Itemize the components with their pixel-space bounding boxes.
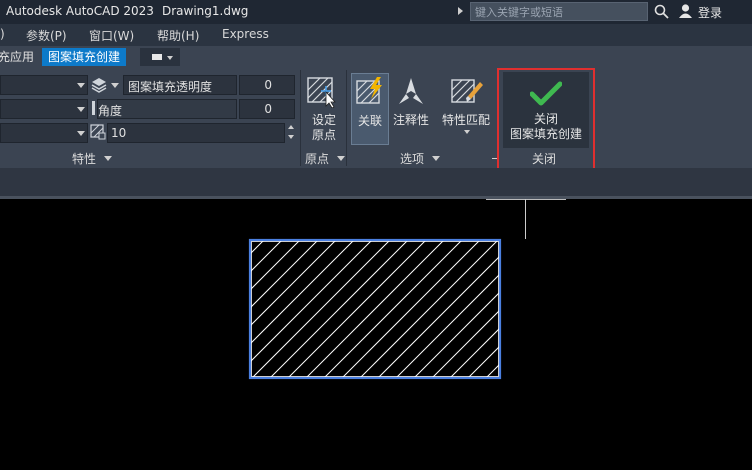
set-origin-label-1: 设定 <box>311 113 336 127</box>
menu-item-partial[interactable]: ) <box>0 27 5 41</box>
annotative-icon[interactable] <box>396 76 426 108</box>
chevron-down-icon <box>336 156 345 161</box>
hatch-line <box>306 241 444 377</box>
hatch-line <box>251 241 372 362</box>
search-expand-icon[interactable] <box>458 7 463 15</box>
angle-value-field[interactable]: 0 <box>239 99 295 119</box>
properties-panel-label[interactable]: 特性 <box>72 150 112 168</box>
chevron-down-icon <box>77 83 85 88</box>
hatch-line <box>251 241 282 272</box>
hatch-line <box>288 241 426 377</box>
crosshair-vertical <box>525 199 526 239</box>
transparency-value-field[interactable]: 0 <box>239 75 295 95</box>
login-button[interactable]: 登录 <box>698 4 722 21</box>
associative-icon <box>356 77 382 104</box>
chevron-down-icon[interactable] <box>111 83 119 88</box>
hatch-line <box>251 241 300 290</box>
spin-up-icon[interactable] <box>288 125 294 129</box>
set-origin-icon[interactable] <box>306 76 338 108</box>
document-title: Drawing1.dwg <box>162 4 249 18</box>
transparency-label: 图案填充透明度 <box>128 80 213 94</box>
set-origin-button[interactable]: 设定 原点 <box>304 113 344 143</box>
color-dropdown[interactable] <box>0 99 88 119</box>
search-input[interactable]: 键入关键字或短语 <box>470 2 648 21</box>
scale-value: 10 <box>111 126 127 140</box>
hatch-line <box>270 241 408 377</box>
app-title: Autodesk AutoCAD 2023 <box>6 4 154 18</box>
associative-button[interactable]: 关联 <box>351 73 389 145</box>
associative-label: 关联 <box>357 114 382 128</box>
menu-item-params[interactable]: 参数(P) <box>26 27 67 44</box>
options-panel-label[interactable]: 选项 <box>400 150 440 168</box>
bgcolor-dropdown[interactable] <box>0 123 88 143</box>
chevron-down-icon[interactable] <box>464 130 470 134</box>
match-properties-button[interactable]: 特性匹配 <box>440 113 492 128</box>
menu-item-express[interactable]: Express <box>222 27 269 41</box>
scale-input[interactable]: 10 <box>107 123 285 143</box>
transparency-icon[interactable] <box>90 76 108 94</box>
annotative-button[interactable]: 注释性 <box>390 113 432 128</box>
tab-overflow[interactable] <box>140 48 180 66</box>
transparency-value: 0 <box>264 78 272 92</box>
hatch-line <box>324 241 462 377</box>
scale-icon[interactable] <box>90 124 106 140</box>
hatch-line <box>252 241 390 377</box>
chevron-down-icon <box>77 107 85 112</box>
options-panel-text: 选项 <box>400 152 425 166</box>
panel-toggle-icon <box>152 54 162 60</box>
hatch-line <box>342 241 480 377</box>
menu-item-help[interactable]: 帮助(H) <box>157 27 199 44</box>
origin-panel-text: 原点 <box>305 152 330 166</box>
menu-item-window[interactable]: 窗口(W) <box>89 27 134 44</box>
scale-spinner[interactable] <box>286 123 296 143</box>
crosshair-horizontal <box>486 199 566 200</box>
pattern-dropdown[interactable] <box>0 75 88 95</box>
transparency-label-field[interactable]: 图案填充透明度 <box>123 75 237 95</box>
tab-hatch-creation[interactable]: 图案填充创建 <box>42 48 127 66</box>
properties-panel-text: 特性 <box>72 152 97 166</box>
tab-partial[interactable]: 充应用 <box>0 48 34 66</box>
menu-bar: ) 参数(P) 窗口(W) 帮助(H) Express <box>0 24 752 46</box>
angle-label: 角度 <box>98 104 123 118</box>
angle-label-field[interactable]: 角度 <box>97 99 237 119</box>
panel-separator <box>346 70 347 166</box>
file-tab-strip <box>0 168 752 198</box>
angle-slider-handle[interactable] <box>92 101 95 115</box>
title-bar: Autodesk AutoCAD 2023 Drawing1.dwg 键入关键字… <box>0 0 752 24</box>
hatch-line <box>251 241 336 326</box>
chevron-down-icon <box>77 131 85 136</box>
origin-panel-label[interactable]: 原点 <box>305 150 345 168</box>
search-icon[interactable] <box>654 4 669 19</box>
user-icon[interactable] <box>678 3 693 19</box>
chevron-down-icon <box>167 56 173 60</box>
ribbon-tab-row: 充应用 图案填充创建 <box>0 46 752 68</box>
angle-value: 0 <box>264 102 272 116</box>
hatch-line <box>360 241 498 377</box>
chevron-down-icon <box>103 156 112 161</box>
panel-separator <box>300 70 301 166</box>
hatch-rectangle[interactable] <box>248 238 502 380</box>
spin-down-icon[interactable] <box>288 135 294 139</box>
highlight-box <box>497 68 595 171</box>
match-properties-icon[interactable] <box>450 76 484 108</box>
set-origin-label-2: 原点 <box>311 128 336 142</box>
hatch-line <box>450 328 499 377</box>
chevron-down-icon <box>431 156 440 161</box>
